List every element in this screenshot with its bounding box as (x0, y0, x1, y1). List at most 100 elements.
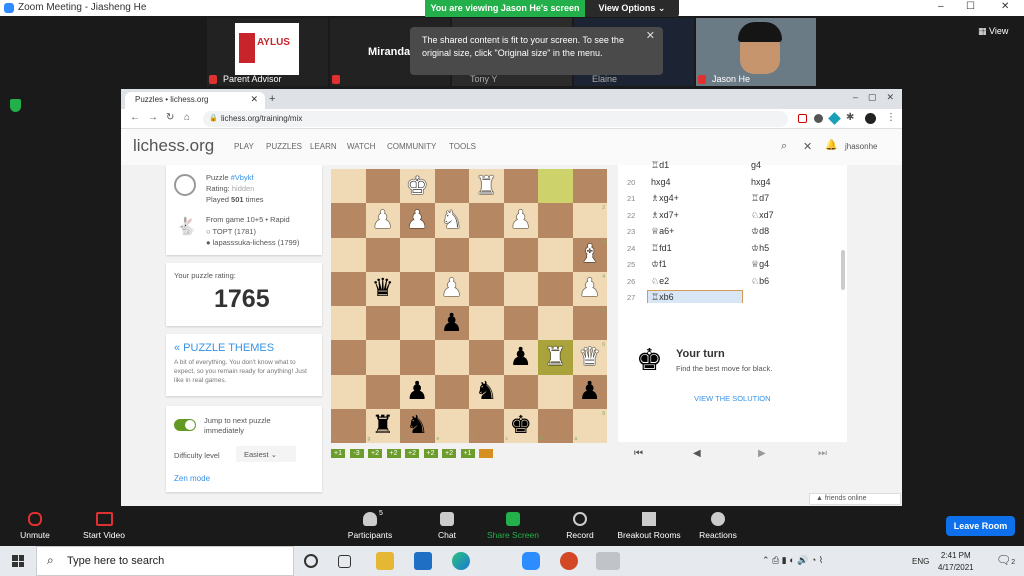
board-square[interactable] (538, 306, 573, 341)
board-square[interactable]: ♞ (434, 203, 469, 238)
board-square[interactable] (400, 306, 435, 341)
leave-room-button[interactable]: Leave Room (946, 516, 1015, 536)
chess-piece[interactable]: ♜ (544, 344, 566, 370)
black-player[interactable]: ● lapasssuka-lichess (1799) (206, 238, 299, 247)
board-square[interactable] (503, 306, 538, 341)
file-explorer-icon[interactable] (376, 552, 394, 570)
tab-close-icon[interactable]: ✕ (250, 94, 258, 105)
board-square[interactable]: ♜ (538, 340, 573, 375)
chess-piece[interactable]: ♟ (441, 276, 463, 301)
language-indicator[interactable]: ENG (912, 557, 929, 566)
board-square[interactable] (400, 340, 435, 375)
board-square[interactable] (469, 203, 504, 238)
board-square[interactable] (538, 408, 573, 443)
close-button[interactable]: ✕ (1001, 1, 1009, 12)
board-square[interactable] (434, 169, 469, 204)
chess-piece[interactable]: ♚ (510, 413, 532, 438)
move-row[interactable]: ♖d1 g4 (618, 157, 847, 174)
maximize-button[interactable]: ☐ (966, 1, 975, 12)
black-move[interactable]: hxg4 (751, 177, 771, 187)
board-square[interactable]: ♚ (503, 408, 538, 443)
board-square[interactable]: ♞ (469, 374, 504, 409)
board-square[interactable] (434, 340, 469, 375)
search-icon[interactable]: ⌕ (781, 140, 787, 153)
board-square[interactable] (365, 374, 400, 409)
board-square[interactable] (331, 306, 366, 341)
board-square[interactable] (331, 340, 366, 375)
start-video-button[interactable]: Start Video (78, 506, 130, 540)
board-square[interactable] (365, 237, 400, 272)
reload-icon[interactable]: ↻ (166, 112, 174, 123)
white-move[interactable]: hxg4 (651, 177, 671, 187)
chess-piece[interactable]: ♜ (475, 173, 497, 199)
windows-start-icon[interactable] (12, 555, 24, 567)
history-bubble[interactable]: -3 (349, 449, 364, 458)
board-square[interactable] (469, 340, 504, 375)
taskbar-search-box[interactable]: ⌕ Type here to search (36, 546, 294, 576)
extension-icon[interactable]: ✱ (846, 112, 854, 123)
difficulty-select[interactable]: Easiest ⌄ (236, 446, 296, 462)
nav-puzzles[interactable]: PUZZLES (266, 142, 302, 151)
notification-center-icon[interactable]: 🗨2 (996, 553, 1015, 567)
move-row[interactable]: 25 ♔f1 ♕g4 (618, 256, 847, 273)
move-list-scrollbar[interactable] (841, 250, 845, 290)
board-square[interactable] (538, 203, 573, 238)
move-row[interactable]: 23 ♕a6+ ♔d8 (618, 223, 847, 240)
history-bubble[interactable]: +2 (405, 449, 419, 458)
nav-watch[interactable]: WATCH (347, 142, 375, 151)
powerpoint-icon[interactable] (560, 552, 578, 570)
chess-piece[interactable]: ♟ (579, 276, 601, 301)
black-move[interactable]: g4 (751, 160, 761, 170)
jump-toggle[interactable] (174, 419, 196, 431)
white-move[interactable]: ♗xg4+ (651, 193, 679, 204)
extension-icon[interactable] (814, 114, 823, 123)
board-square[interactable] (538, 271, 573, 306)
board-square[interactable]: ♟ (434, 306, 469, 341)
board-square[interactable] (331, 169, 366, 204)
chess-piece[interactable]: ♟ (510, 344, 532, 370)
board-square[interactable] (365, 306, 400, 341)
lichess-logo[interactable]: lichess.org (133, 136, 214, 156)
board-square[interactable] (503, 237, 538, 272)
browser-maximize-button[interactable]: ▢ (868, 92, 877, 102)
share-screen-button[interactable]: Share Screen (484, 506, 542, 540)
move-row[interactable]: 20 hxg4 hxg4 (618, 174, 847, 191)
move-row[interactable]: 22 ♗xd7+ ♘xd7 (618, 207, 847, 224)
chess-piece[interactable]: ♞ (441, 207, 463, 233)
chess-piece[interactable]: ♟ (579, 379, 601, 404)
task-view-icon[interactable] (338, 555, 351, 568)
chess-piece[interactable]: ♟ (406, 207, 428, 233)
friends-online-bar[interactable]: ▲ friends online (809, 493, 901, 505)
board-square[interactable] (469, 306, 504, 341)
nav-play[interactable]: PLAY (234, 142, 254, 151)
chess-piece[interactable]: ♛ (372, 276, 394, 301)
board-square[interactable]: ♟ (400, 374, 435, 409)
nav-community[interactable]: COMMUNITY (387, 142, 436, 151)
white-player[interactable]: ○ TOPT (1781) (206, 227, 256, 236)
home-icon[interactable]: ⌂ (184, 112, 190, 123)
board-square[interactable]: ♟ (434, 271, 469, 306)
history-bubble[interactable]: +1 (460, 449, 475, 458)
chat-button[interactable]: Chat (432, 506, 462, 540)
board-square[interactable] (331, 271, 366, 306)
chess-piece[interactable]: ♞ (406, 413, 428, 438)
black-move[interactable]: ♔d8 (751, 226, 769, 237)
tray-icons[interactable]: ⌃ ⎙ ▮ ◐ 🔊 ◔ ⌇ (762, 555, 823, 566)
participant-tile-parent-advisor[interactable]: AYLUS Parent Advisor (207, 18, 328, 86)
puzzle-id-link[interactable]: #Vbykf (231, 173, 254, 182)
board-square[interactable] (331, 237, 366, 272)
chess-piece[interactable]: ♞ (475, 379, 497, 404)
nav-learn[interactable]: LEARN (310, 142, 337, 151)
move-row[interactable]: 24 ♖fd1 ♔h5 (618, 240, 847, 257)
chess-piece[interactable]: ♟ (372, 207, 394, 233)
extension-icon[interactable] (798, 114, 807, 123)
chess-piece[interactable]: ♟ (441, 310, 463, 336)
chess-piece[interactable]: ♝ (579, 242, 601, 267)
board-square[interactable] (365, 340, 400, 375)
board-square[interactable] (331, 374, 366, 409)
board-square[interactable] (434, 408, 469, 443)
cortana-icon[interactable] (304, 554, 318, 568)
tooltip-close-icon[interactable]: ✕ (646, 30, 655, 43)
last-move-button[interactable]: ⏭ (818, 448, 827, 459)
move-row[interactable]: 26 ♘e2 ♘b6 (618, 273, 847, 290)
